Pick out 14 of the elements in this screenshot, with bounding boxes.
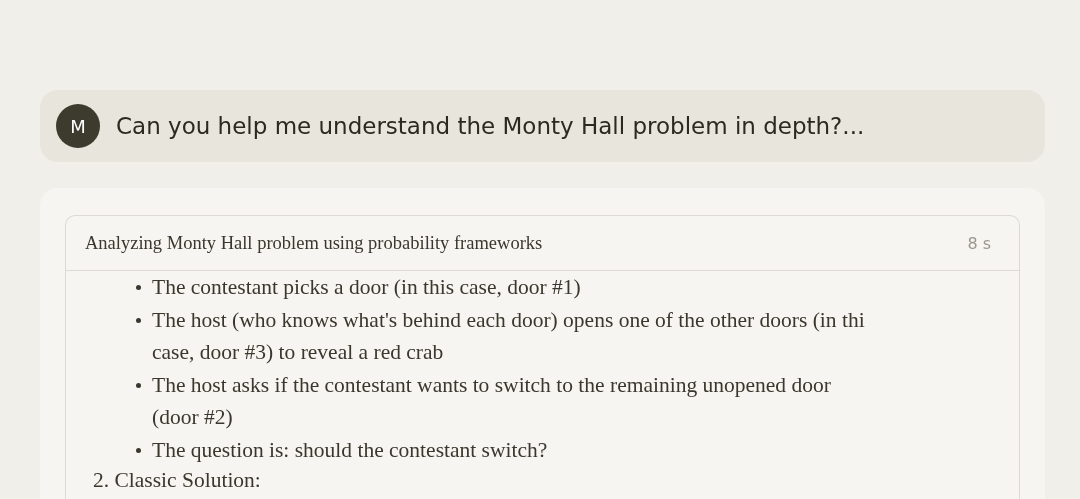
list-item-text: The host (who knows what's behind each door) opens one of the other doors (in thi case, door #3) to reveal a red crab: [152, 306, 865, 366]
list-heading: 2. Classic Solution:: [93, 467, 261, 494]
list-item-text: The host asks if the contestant wants to switch to the remaining unopened door (door #2): [152, 371, 831, 431]
bullet-icon: [136, 382, 141, 388]
user-avatar: M: [56, 104, 100, 148]
thinking-duration: 8 s: [967, 233, 991, 253]
thinking-header[interactable]: Analyzing Monty Hall problem using probability frameworks 8 s: [66, 216, 1019, 271]
list-item-text: The question is: should the contestant switch?: [152, 436, 548, 464]
user-message: Can you help me understand the Monty Hall problem in depth?...: [116, 113, 865, 139]
list-item-text: The contestant picks a door (in this case, door #1): [152, 274, 581, 301]
thinking-title: Analyzing Monty Hall problem using probability frameworks: [85, 232, 543, 254]
bullet-icon: [136, 317, 141, 323]
bullet-icon: [136, 285, 141, 290]
bullet-icon: [136, 447, 141, 453]
